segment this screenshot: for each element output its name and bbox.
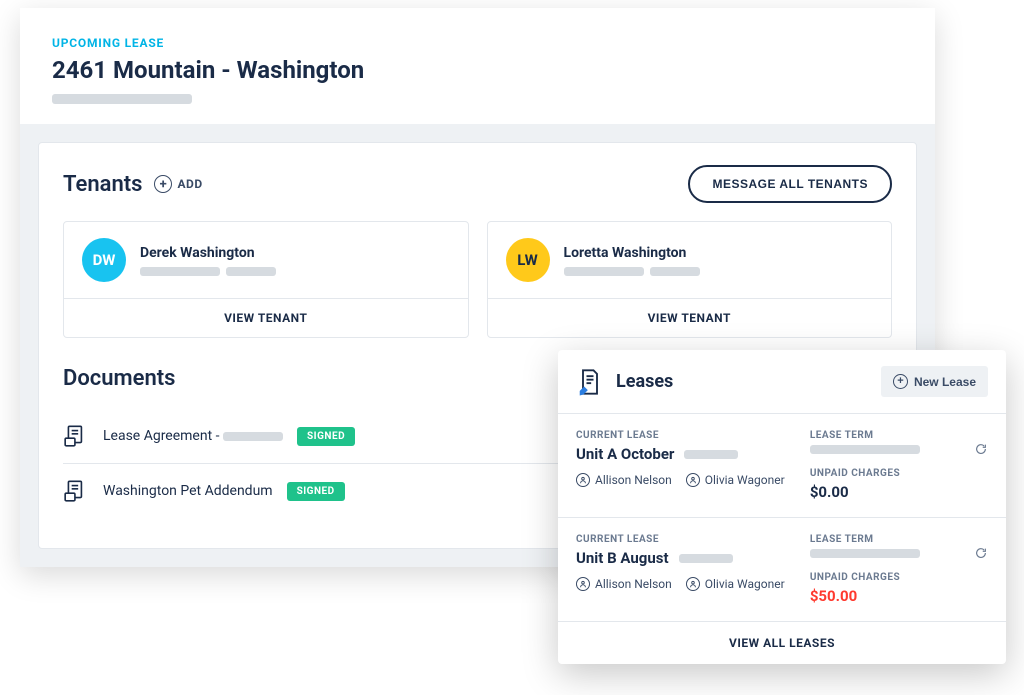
view-all-leases-button[interactable]: VIEW ALL LEASES	[558, 621, 1006, 664]
unpaid-value: $50.00	[810, 587, 988, 605]
leases-card: Leases + New Lease CURRENT LEASE Unit A …	[558, 350, 1006, 664]
lease-right: LEASE TERM UNPAID CHARGES $0.00	[810, 430, 988, 501]
current-lease-label: CURRENT LEASE	[576, 430, 790, 441]
tenant-card-top: LW Loretta Washington	[488, 222, 892, 298]
signed-badge: SIGNED	[297, 427, 355, 446]
tenants-heading: Tenants	[63, 172, 142, 197]
doc-name-placeholder	[223, 432, 283, 441]
document-name: Washington Pet Addendum	[103, 483, 273, 499]
unpaid-charges-label: UNPAID CHARGES	[810, 572, 988, 583]
refresh-icon[interactable]	[974, 442, 988, 456]
lease-term-placeholder	[810, 549, 920, 558]
header: UPCOMING LEASE 2461 Mountain - Washingto…	[20, 8, 935, 124]
person-icon	[686, 577, 700, 591]
lease-name: Unit A October	[576, 445, 790, 463]
plus-icon: +	[893, 374, 908, 389]
lease-name-placeholder	[679, 554, 733, 563]
view-tenant-button[interactable]: VIEW TENANT	[64, 298, 468, 337]
signed-badge: SIGNED	[287, 482, 345, 501]
leases-title-group: Leases	[576, 368, 673, 396]
lease-name-placeholder	[684, 450, 738, 459]
avatar: LW	[506, 238, 550, 282]
upcoming-lease-badge: UPCOMING LEASE	[52, 36, 903, 50]
add-label: ADD	[177, 177, 202, 191]
tenant-card-top: DW Derek Washington	[64, 222, 468, 298]
view-tenant-button[interactable]: VIEW TENANT	[488, 298, 892, 337]
document-name: Lease Agreement -	[103, 428, 283, 444]
leases-icon	[576, 368, 604, 396]
tenant-name: Loretta Washington	[564, 245, 700, 261]
avatar: DW	[82, 238, 126, 282]
plus-icon: +	[154, 175, 172, 193]
tenant-meta-placeholder	[140, 267, 276, 276]
lease-name: Unit B August	[576, 549, 790, 567]
lease-left: CURRENT LEASE Unit B August Allison Nels…	[576, 534, 790, 605]
tenant-meta-placeholder	[564, 267, 700, 276]
subtitle-placeholder	[52, 94, 192, 104]
tenants-title-group: Tenants + ADD	[63, 172, 203, 197]
tenant-grid: DW Derek Washington VIEW TENANT L	[63, 221, 892, 338]
lease-term-label: LEASE TERM	[810, 534, 988, 545]
tenant-name: Derek Washington	[140, 245, 276, 261]
lease-term-placeholder	[810, 445, 920, 454]
tenant-info: Derek Washington	[140, 245, 276, 276]
message-all-tenants-button[interactable]: MESSAGE ALL TENANTS	[688, 165, 892, 203]
lease-tenant: Olivia Wagoner	[686, 577, 785, 591]
unpaid-value: $0.00	[810, 483, 988, 501]
lease-tenant: Allison Nelson	[576, 577, 672, 591]
refresh-icon[interactable]	[974, 546, 988, 560]
add-tenant-button[interactable]: + ADD	[154, 175, 202, 193]
tenant-card: DW Derek Washington VIEW TENANT	[63, 221, 469, 338]
unpaid-charges-label: UNPAID CHARGES	[810, 468, 988, 479]
tenant-info: Loretta Washington	[564, 245, 700, 276]
leases-header: Leases + New Lease	[558, 350, 1006, 413]
document-icon	[63, 478, 89, 504]
lease-tenant: Allison Nelson	[576, 473, 672, 487]
person-icon	[576, 577, 590, 591]
new-lease-button[interactable]: + New Lease	[881, 366, 988, 397]
current-lease-label: CURRENT LEASE	[576, 534, 790, 545]
lease-tenant: Olivia Wagoner	[686, 473, 785, 487]
lease-tenants: Allison Nelson Olivia Wagoner	[576, 577, 790, 591]
lease-block[interactable]: CURRENT LEASE Unit B August Allison Nels…	[558, 517, 1006, 621]
lease-term-label: LEASE TERM	[810, 430, 988, 441]
page-title: 2461 Mountain - Washington	[52, 56, 903, 84]
lease-tenants: Allison Nelson Olivia Wagoner	[576, 473, 790, 487]
lease-right: LEASE TERM UNPAID CHARGES $50.00	[810, 534, 988, 605]
person-icon	[576, 473, 590, 487]
tenant-card: LW Loretta Washington VIEW TENANT	[487, 221, 893, 338]
person-icon	[686, 473, 700, 487]
lease-block[interactable]: CURRENT LEASE Unit A October Allison Nel…	[558, 413, 1006, 517]
leases-heading: Leases	[616, 371, 673, 392]
lease-left: CURRENT LEASE Unit A October Allison Nel…	[576, 430, 790, 501]
tenants-header: Tenants + ADD MESSAGE ALL TENANTS	[63, 165, 892, 203]
document-icon	[63, 423, 89, 449]
